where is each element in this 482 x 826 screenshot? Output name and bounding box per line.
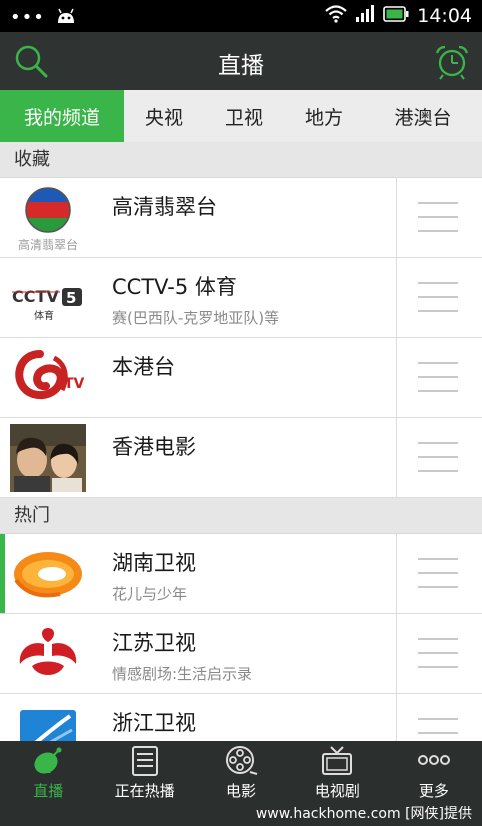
svg-text:高清翡翠台: 高清翡翠台 bbox=[18, 237, 78, 252]
svg-text:TV: TV bbox=[64, 376, 85, 392]
divider bbox=[396, 178, 397, 257]
list-item[interactable]: 高清翡翠台 高清翡翠台 bbox=[0, 178, 482, 258]
channel-program: 花儿与少年 bbox=[112, 585, 188, 603]
tab-hk-macau-tw[interactable]: 港澳台 bbox=[364, 90, 482, 142]
page-title: 直播 bbox=[218, 53, 264, 79]
channel-logo: CCTV 5 体育 bbox=[10, 264, 86, 332]
alarm-button[interactable] bbox=[432, 42, 472, 82]
channel-logo: 高清翡翠台 bbox=[10, 184, 86, 252]
watermark-bar: www.hackhome.com [网侠]提供 bbox=[0, 801, 482, 826]
film-reel-icon bbox=[226, 746, 258, 775]
channel-logo bbox=[10, 540, 86, 608]
drag-handle-icon[interactable] bbox=[418, 362, 458, 394]
channel-logo bbox=[10, 620, 86, 688]
nav-label: 电视剧 bbox=[314, 782, 360, 800]
channel-name: 湖南卫视 bbox=[112, 551, 196, 575]
list-item[interactable]: 湖南卫视 花儿与少年 bbox=[0, 534, 482, 614]
channel-name: 江苏卫视 bbox=[112, 631, 196, 655]
channel-logo: TV bbox=[10, 344, 86, 412]
channel-name: CCTV-5 体育 bbox=[112, 275, 237, 299]
channel-logo bbox=[10, 424, 86, 492]
android-icon bbox=[55, 8, 77, 28]
list-item[interactable]: TV 本港台 bbox=[0, 338, 482, 418]
drag-handle-icon[interactable] bbox=[418, 718, 458, 741]
drag-handle-icon[interactable] bbox=[418, 442, 458, 474]
nav-label: 更多 bbox=[418, 782, 449, 800]
svg-text:体育: 体育 bbox=[34, 309, 54, 322]
list-icon bbox=[131, 746, 158, 776]
divider bbox=[396, 258, 397, 337]
nav-tv-series[interactable]: 电视剧 bbox=[289, 741, 385, 801]
drag-handle-icon[interactable] bbox=[418, 282, 458, 314]
divider bbox=[396, 614, 397, 693]
section-header-favorites: 收藏 bbox=[0, 142, 482, 178]
channel-program: 情感剧场:生活启示录 bbox=[112, 665, 253, 683]
divider bbox=[396, 694, 397, 741]
nav-more[interactable]: 更多 bbox=[386, 741, 482, 801]
nav-live[interactable]: 直播 bbox=[0, 741, 96, 801]
drag-handle-icon[interactable] bbox=[418, 202, 458, 234]
channel-logo bbox=[10, 700, 86, 741]
watermark-text: www.hackhome.com [网侠]提供 bbox=[255, 806, 472, 822]
status-bar: ••• 14:04 bbox=[0, 0, 482, 32]
divider bbox=[396, 534, 397, 613]
channel-name: 本港台 bbox=[112, 355, 175, 379]
list-item[interactable]: CCTV 5 体育 CCTV-5 体育 赛(巴西队-克罗地亚队)等 bbox=[0, 258, 482, 338]
drag-handle-icon[interactable] bbox=[418, 638, 458, 670]
section-header-hot: 热门 bbox=[0, 498, 482, 534]
nav-trending[interactable]: 正在热播 bbox=[96, 741, 192, 801]
more-icon bbox=[417, 755, 450, 765]
nav-label: 正在热播 bbox=[114, 782, 175, 800]
channel-tabs: 我的频道 央视 卫视 地方 港澳台 bbox=[0, 90, 482, 142]
tab-cctv[interactable]: 央视 bbox=[124, 90, 204, 142]
tab-local[interactable]: 地方 bbox=[284, 90, 364, 142]
wifi-icon bbox=[325, 5, 347, 27]
signal-icon bbox=[355, 5, 375, 27]
tab-satellite[interactable]: 卫视 bbox=[204, 90, 284, 142]
nav-label: 电影 bbox=[226, 782, 257, 800]
channel-name: 香港电影 bbox=[112, 435, 196, 459]
svg-text:CCTV: CCTV bbox=[12, 287, 59, 306]
list-item[interactable]: 浙江卫视 bbox=[0, 694, 482, 741]
nav-label: 直播 bbox=[33, 782, 64, 800]
svg-text:5: 5 bbox=[66, 289, 76, 307]
app-frame: 直播 我的频道 央视 卫视 地方 港澳台 收藏 高清翡翠台 高清翡翠台 CCTV… bbox=[0, 32, 482, 826]
alarm-clock-icon bbox=[435, 45, 469, 80]
divider bbox=[396, 418, 397, 497]
drag-handle-icon[interactable] bbox=[418, 558, 458, 590]
satellite-dish-icon bbox=[34, 747, 62, 774]
channel-list[interactable]: 收藏 高清翡翠台 高清翡翠台 CCTV 5 体育 CCTV-5 体育 赛(巴西队… bbox=[0, 142, 482, 741]
tv-icon bbox=[322, 746, 353, 775]
notification-dots-icon: ••• bbox=[10, 7, 45, 28]
list-item[interactable]: 香港电影 bbox=[0, 418, 482, 498]
battery-icon bbox=[383, 6, 409, 26]
channel-program: 赛(巴西队-克罗地亚队)等 bbox=[112, 309, 280, 327]
tab-my-channels[interactable]: 我的频道 bbox=[0, 90, 124, 142]
status-time: 14:04 bbox=[417, 5, 472, 27]
channel-name: 浙江卫视 bbox=[112, 711, 196, 735]
divider bbox=[396, 338, 397, 417]
bottom-nav: 直播 正在热播 电影 电视剧 更多 bbox=[0, 741, 482, 801]
nav-movies[interactable]: 电影 bbox=[193, 741, 289, 801]
header: 直播 bbox=[0, 32, 482, 90]
channel-name: 高清翡翠台 bbox=[112, 195, 217, 219]
list-item[interactable]: 江苏卫视 情感剧场:生活启示录 bbox=[0, 614, 482, 694]
